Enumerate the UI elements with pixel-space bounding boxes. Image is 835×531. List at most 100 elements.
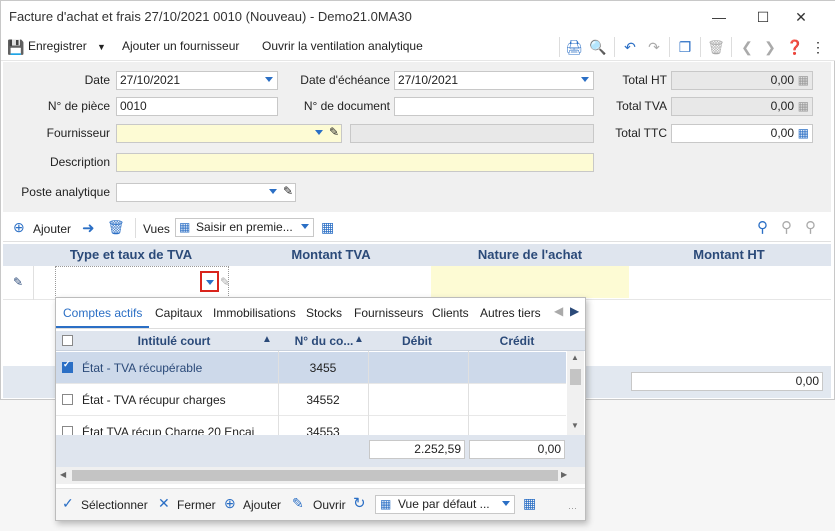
tabs-scroll-left-icon[interactable]: ◀ xyxy=(554,304,563,318)
column-header-purchase-nature[interactable]: Nature de l'achat xyxy=(431,247,629,262)
search-previous-icon[interactable]: ⚲ xyxy=(781,218,792,236)
maximize-icon[interactable]: ☐ xyxy=(751,5,775,29)
trash-icon[interactable]: 🗑 xyxy=(107,219,125,236)
total-ttc-label: Total TTC xyxy=(615,126,667,140)
preview-icon[interactable]: 🔍 xyxy=(589,38,607,56)
column-header-credit[interactable]: Crédit xyxy=(468,334,566,348)
add-icon[interactable]: ⊕ xyxy=(224,495,236,512)
scrollbar-thumb[interactable] xyxy=(570,369,581,385)
tab-fixed-assets[interactable]: Immobilisations xyxy=(213,306,296,320)
tab-active-accounts[interactable]: Comptes actifs xyxy=(63,306,142,320)
grid-add-button[interactable]: Ajouter xyxy=(33,222,71,236)
analytic-label: Poste analytique xyxy=(21,185,110,199)
list-item[interactable]: État TVA récup Charge 20 Encai 34553 xyxy=(56,416,566,435)
select-all-checkbox[interactable] xyxy=(62,335,73,346)
select-button[interactable]: Sélectionner xyxy=(81,498,148,512)
refresh-icon[interactable]: ↻ xyxy=(353,494,366,512)
pencil-icon[interactable]: ✎ xyxy=(292,495,304,512)
scroll-right-icon[interactable]: ▶ xyxy=(561,470,567,479)
views-label: Vues xyxy=(143,222,170,236)
total-ttc-field[interactable]: 0,00 ▦ xyxy=(671,124,813,143)
edit-icon[interactable]: ✎ xyxy=(329,125,339,139)
piece-label: N° de pièce xyxy=(47,99,110,113)
undo-icon[interactable]: ↶ xyxy=(621,38,639,56)
search-icon[interactable]: ⚲ xyxy=(757,218,768,236)
tab-capital[interactable]: Capitaux xyxy=(155,306,202,320)
close-x-icon[interactable]: ✕ xyxy=(158,495,170,512)
chevron-down-icon xyxy=(206,280,214,285)
purchase-nature-cell[interactable] xyxy=(431,266,629,298)
columns-icon[interactable]: ▦ xyxy=(321,219,334,236)
help-icon[interactable]: ❓ xyxy=(786,38,804,56)
account-number: 34553 xyxy=(306,425,340,435)
popup-view-select[interactable]: ▦ Vue par défaut ... xyxy=(375,495,515,514)
column-header-vat-type[interactable]: Type et taux de TVA xyxy=(33,247,229,262)
search-next-icon[interactable]: ⚲ xyxy=(805,218,816,236)
tab-other-third-parties[interactable]: Autres tiers xyxy=(480,306,541,320)
row-checkbox[interactable] xyxy=(62,394,73,405)
tabs-scroll-right-icon[interactable]: ▶ xyxy=(570,304,579,318)
close-popup-button[interactable]: Fermer xyxy=(177,498,216,512)
column-header-vat-amount[interactable]: Montant TVA xyxy=(231,247,431,262)
save-icon[interactable]: 💾 xyxy=(7,38,25,56)
edit-icon[interactable]: ✎ xyxy=(220,275,230,289)
copy-icon[interactable]: ❐ xyxy=(676,38,694,56)
row-edit-icon[interactable]: ✎ xyxy=(13,275,23,289)
scroll-left-icon[interactable]: ◀ xyxy=(60,470,66,479)
description-field[interactable] xyxy=(116,153,594,172)
previous-icon[interactable]: ❮ xyxy=(738,38,756,56)
calculator-icon[interactable]: ▦ xyxy=(798,126,809,140)
date-label: Date xyxy=(84,73,110,87)
close-icon[interactable]: ✕ xyxy=(789,5,813,29)
tab-clients[interactable]: Clients xyxy=(432,306,469,320)
list-item[interactable]: ✓ État - TVA récupérable 3455 xyxy=(56,352,566,384)
redo-icon[interactable]: ↷ xyxy=(645,38,663,56)
menu-icon[interactable]: ⋮ xyxy=(809,38,827,56)
scrollbar-thumb[interactable] xyxy=(72,470,558,481)
piece-field[interactable]: 0010 xyxy=(116,97,278,116)
supplier-field[interactable]: ✎ xyxy=(116,124,342,143)
chevron-down-icon xyxy=(265,77,273,82)
horizontal-scrollbar[interactable]: ◀ ▶ xyxy=(56,467,585,484)
open-analytic-button[interactable]: Ouvrir la ventilation analytique xyxy=(262,39,423,53)
columns-icon[interactable]: ▦ xyxy=(523,495,536,512)
document-label: N° de document xyxy=(303,99,390,113)
next-icon[interactable]: ❯ xyxy=(761,38,779,56)
main-toolbar: 💾 Enregistrer ▼ Ajouter un fournisseur O… xyxy=(1,33,835,61)
sort-icon: ▲ xyxy=(354,334,364,345)
minimize-icon[interactable]: — xyxy=(707,5,731,29)
column-header-amount-ht[interactable]: Montant HT xyxy=(629,247,829,262)
vat-type-dropdown-button[interactable] xyxy=(200,271,219,292)
add-icon[interactable]: ⊕ xyxy=(13,220,25,234)
checkmark-icon[interactable]: ✓ xyxy=(62,495,74,512)
column-header-debit[interactable]: Débit xyxy=(368,334,466,348)
edit-icon[interactable]: ✎ xyxy=(283,184,293,198)
scroll-down-icon[interactable]: ▼ xyxy=(571,421,579,430)
save-dropdown-icon[interactable]: ▼ xyxy=(97,42,106,52)
column-divider xyxy=(368,351,369,435)
date-field[interactable]: 27/10/2021 xyxy=(116,71,278,90)
tab-stocks[interactable]: Stocks xyxy=(306,306,342,320)
open-button[interactable]: Ouvrir xyxy=(313,498,346,512)
vertical-scrollbar[interactable]: ▲ ▼ xyxy=(567,351,584,435)
analytic-field[interactable]: ✎ xyxy=(116,183,296,202)
print-icon[interactable]: 🖨 xyxy=(565,38,583,56)
account-label: État TVA récup Charge 20 Encai xyxy=(82,425,255,435)
table-row[interactable]: ✎ ✎ xyxy=(3,266,831,300)
resize-grip-icon[interactable]: ⋯ xyxy=(568,503,577,514)
popup-add-button[interactable]: Ajouter xyxy=(243,498,281,512)
add-supplier-button[interactable]: Ajouter un fournisseur xyxy=(122,39,239,53)
popup-action-bar: ✓ Sélectionner ✕ Fermer ⊕ Ajouter ✎ Ouvr… xyxy=(56,488,585,520)
chevron-down-icon xyxy=(502,501,510,506)
save-button[interactable]: Enregistrer xyxy=(28,39,87,53)
delete-icon[interactable]: 🗑 xyxy=(707,38,725,56)
list-item[interactable]: État - TVA récupur charges 34552 xyxy=(56,384,566,416)
row-checkbox[interactable] xyxy=(62,426,73,435)
arrow-right-icon[interactable]: ➜ xyxy=(82,219,95,237)
views-select[interactable]: ▦ Saisir en premie... xyxy=(175,218,314,237)
list-item-partial-clip: État TVA récup Charge 20 Encai 34553 xyxy=(56,416,566,435)
popup-grid-header: Intitulé court ▲ N° du co... ▲ Débit Cré… xyxy=(56,331,585,351)
tab-suppliers[interactable]: Fournisseurs xyxy=(354,306,423,320)
scroll-up-icon[interactable]: ▲ xyxy=(571,353,579,362)
column-header-short-label[interactable]: Intitulé court xyxy=(80,334,268,348)
